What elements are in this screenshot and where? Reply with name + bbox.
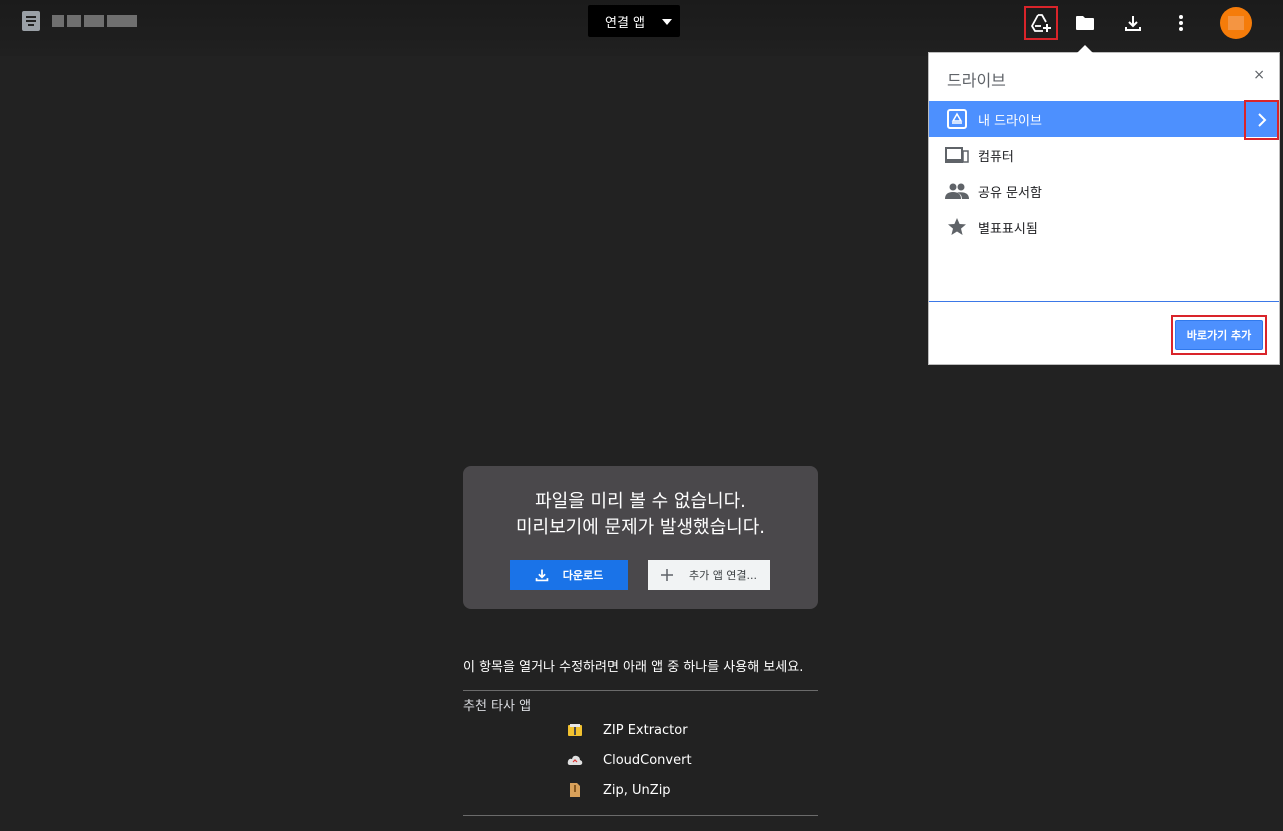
computers-icon	[945, 143, 969, 167]
plus-icon	[660, 569, 673, 581]
suggested-apps-label: 추천 타사 앱	[463, 699, 532, 714]
preview-error-line1: 파일을 미리 볼 수 없습니다.	[535, 491, 746, 512]
add-shortcut-highlight: 바로가기 추가	[1171, 315, 1267, 355]
zip-unzip-icon	[565, 780, 585, 800]
cloudconvert-icon	[565, 750, 585, 770]
zip-extractor-icon	[565, 720, 585, 740]
close-icon[interactable]: ×	[1253, 67, 1265, 83]
open-with-button[interactable]: 연결 앱	[588, 5, 680, 37]
add-shortcut-confirm-button[interactable]: 바로가기 추가	[1175, 320, 1263, 350]
divider	[463, 690, 818, 691]
my-drive-icon	[945, 107, 969, 131]
drive-item-label: 내 드라이브	[978, 113, 1042, 129]
drive-item-label: 공유 문서함	[978, 185, 1042, 201]
download-toolbar-button[interactable]	[1116, 6, 1150, 40]
divider	[463, 815, 818, 816]
preview-error-card: 파일을 미리 볼 수 없습니다. 미리보기에 문제가 발생했습니다. 다운로드 …	[463, 466, 818, 609]
download-icon	[535, 569, 549, 582]
folder-button[interactable]	[1068, 6, 1102, 40]
folder-icon	[1076, 16, 1094, 30]
download-button[interactable]: 다운로드	[510, 560, 628, 590]
more-vert-icon	[1179, 15, 1183, 31]
drive-item-shared[interactable]: 공유 문서함	[929, 173, 1279, 209]
open-my-drive-button[interactable]	[1244, 100, 1279, 140]
open-with-label: 연결 앱	[605, 15, 646, 31]
account-avatar[interactable]	[1220, 7, 1252, 39]
add-shortcut-to-drive-icon	[1031, 14, 1051, 32]
panel-title: 드라이브	[947, 71, 1006, 90]
file-title-redacted	[52, 12, 138, 30]
file-type-icon	[22, 11, 40, 31]
chevron-right-icon	[1257, 113, 1266, 127]
drive-item-starred[interactable]: 별표표시됨	[929, 209, 1279, 245]
dropdown-caret-icon	[662, 19, 672, 25]
app-label: Zip, UnZip	[603, 782, 671, 798]
download-icon	[1125, 16, 1141, 31]
preview-error-line2: 미리보기에 문제가 발생했습니다.	[515, 517, 765, 538]
drive-item-computers[interactable]: 컴퓨터	[929, 137, 1279, 173]
star-icon	[945, 215, 969, 239]
suggested-app-zip-extractor[interactable]: ZIP Extractor	[565, 719, 688, 741]
app-label: ZIP Extractor	[603, 722, 688, 738]
more-actions-button[interactable]	[1164, 6, 1198, 40]
drive-item-label: 별표표시됨	[978, 221, 1038, 237]
drive-item-my-drive[interactable]: 내 드라이브	[929, 101, 1279, 137]
panel-divider	[929, 301, 1279, 302]
open-with-hint: 이 항목을 열거나 수정하려면 아래 앱 중 하나를 사용해 보세요.	[463, 660, 804, 675]
add-shortcut-button[interactable]	[1024, 6, 1058, 40]
connect-more-apps-label: 추가 앱 연결...	[688, 569, 758, 582]
shared-with-me-icon	[945, 179, 969, 203]
suggested-app-zip-unzip[interactable]: Zip, UnZip	[565, 779, 671, 801]
add-shortcut-drive-panel: 드라이브 × 내 드라이브 컴퓨터 공유 문서함 별표표시됨 바로가기 추가	[928, 45, 1280, 365]
suggested-app-cloudconvert[interactable]: CloudConvert	[565, 749, 692, 771]
download-label: 다운로드	[562, 569, 604, 582]
app-label: CloudConvert	[603, 752, 692, 768]
drive-item-label: 컴퓨터	[978, 149, 1014, 165]
connect-more-apps-button[interactable]: 추가 앱 연결...	[648, 560, 770, 590]
